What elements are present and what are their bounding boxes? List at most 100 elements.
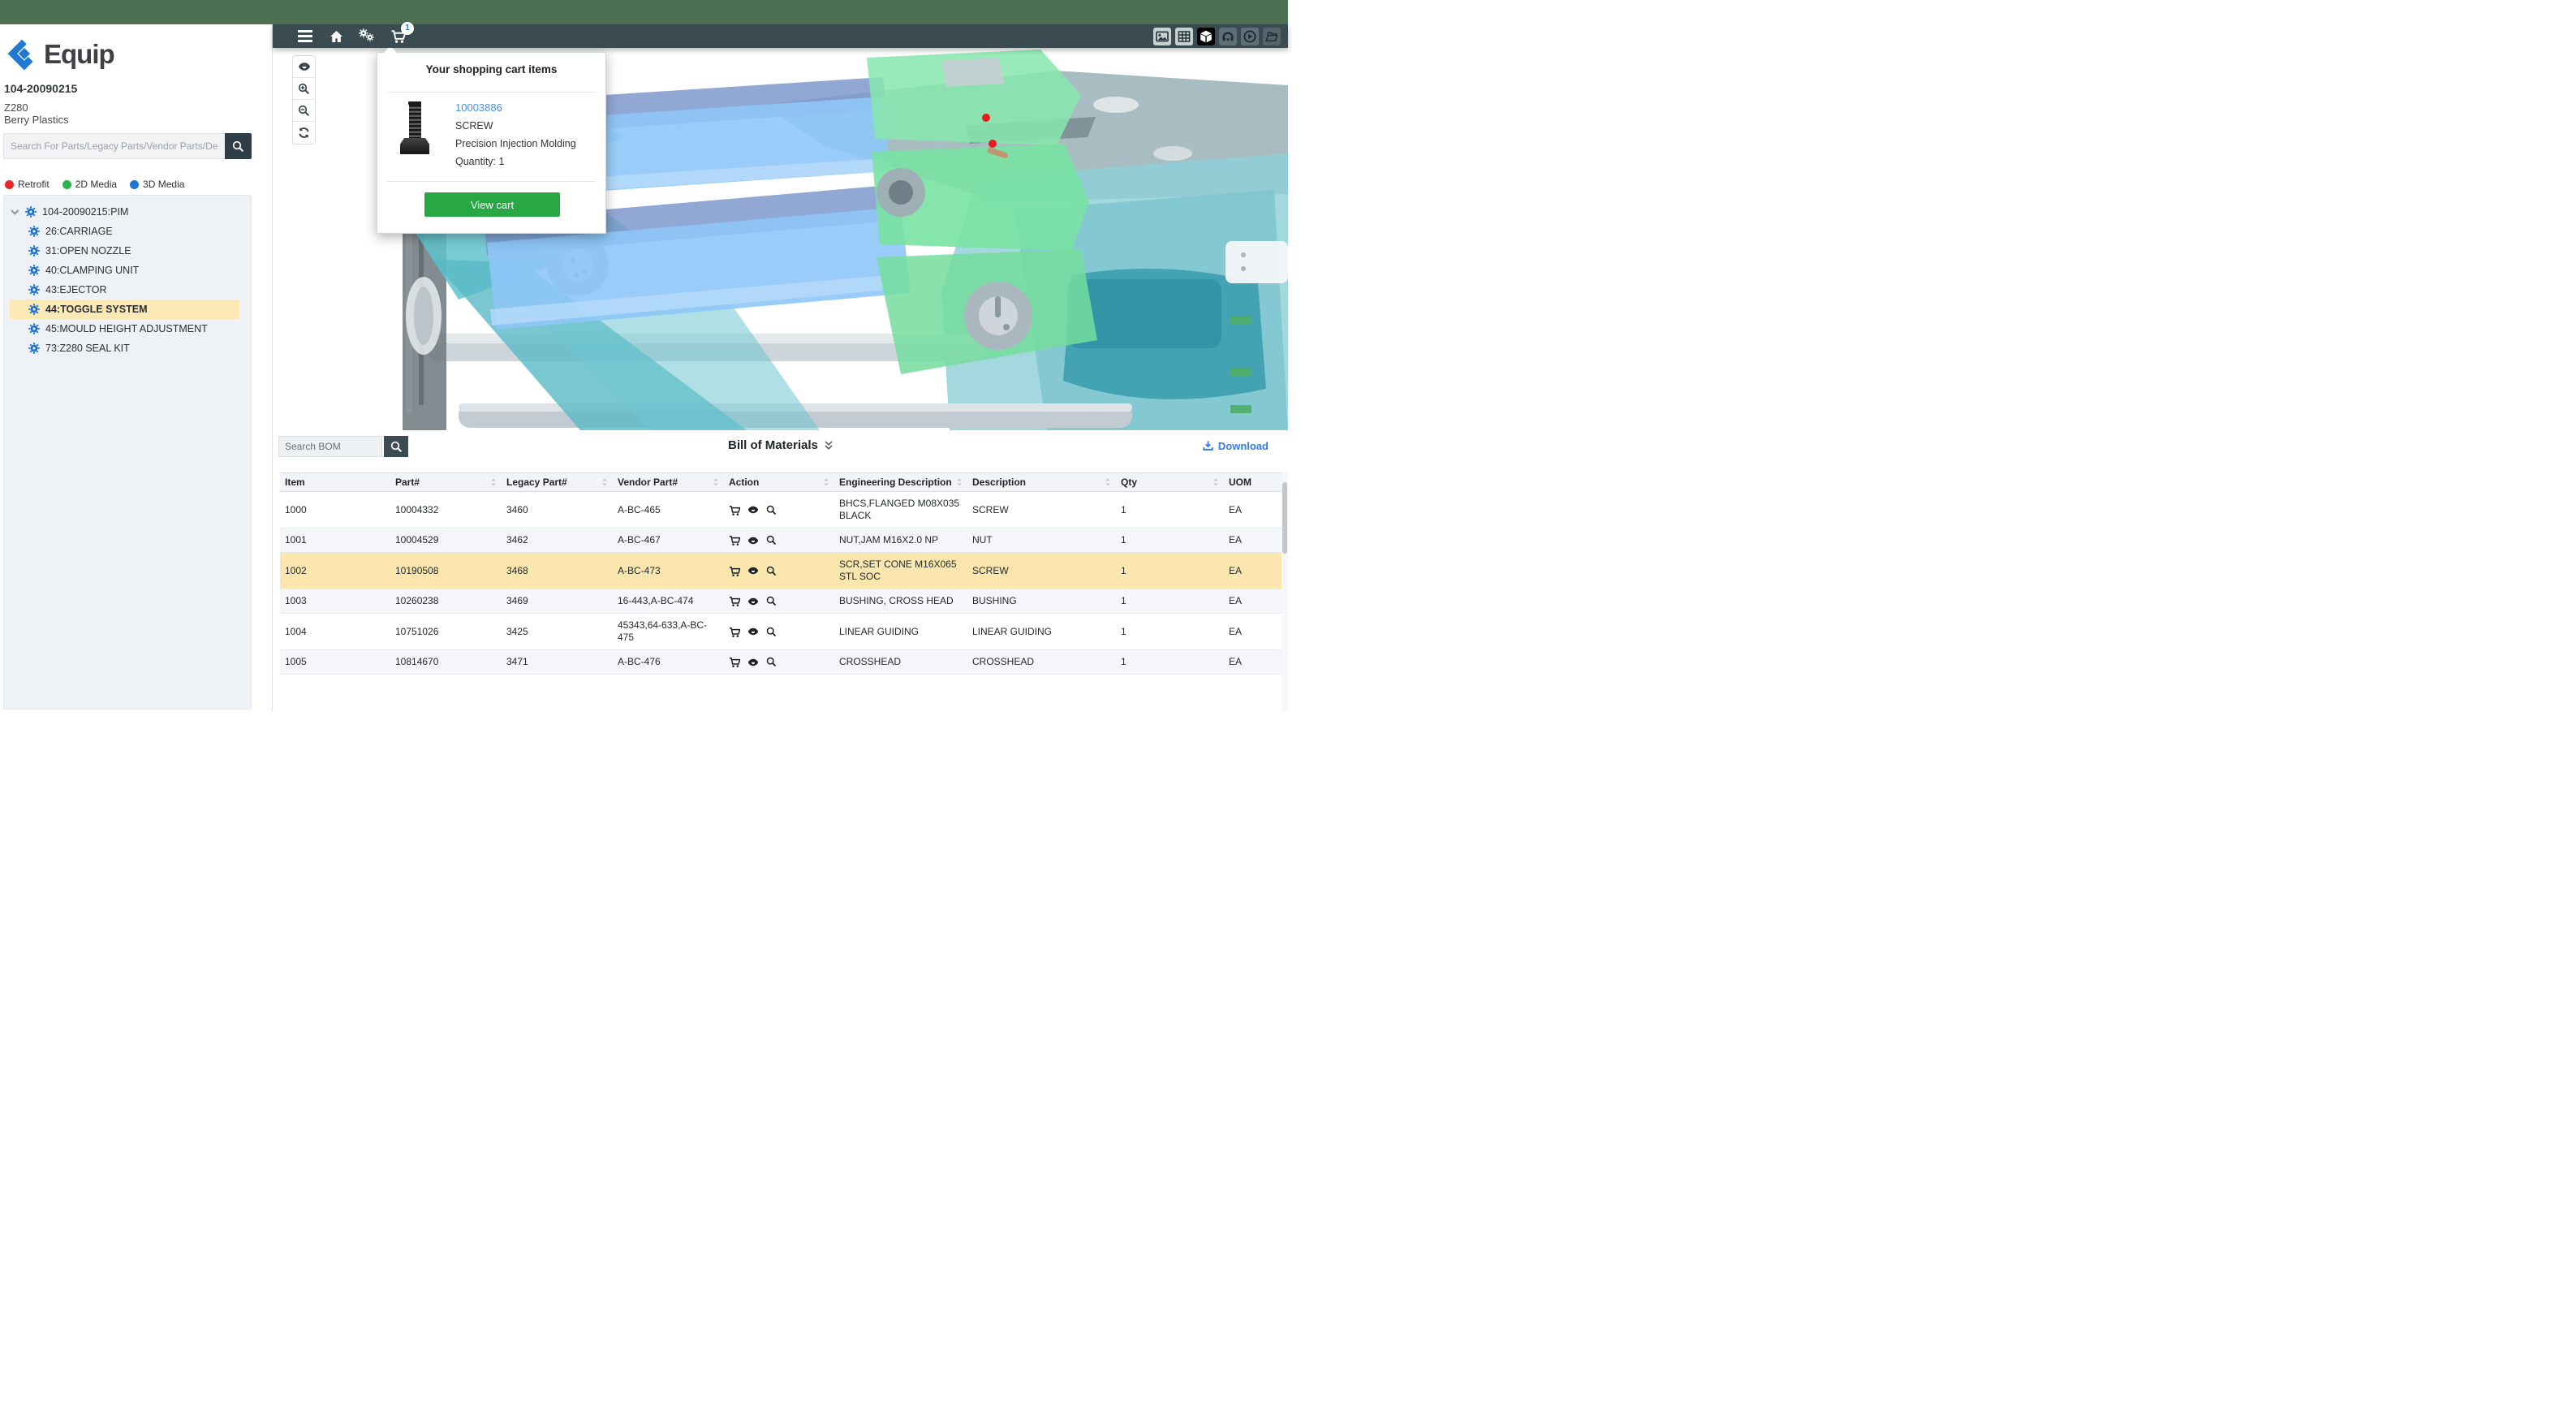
reset-view-button[interactable] [293,122,315,144]
tree-node-label: 43:EJECTOR [45,284,107,295]
media-play-button[interactable] [1241,28,1259,45]
3d-view-button-active[interactable] [1197,28,1215,45]
cart-item-part-link[interactable]: 10003886 [455,101,576,114]
view-cart-button[interactable]: View cart [424,192,560,217]
search-icon [390,441,403,453]
sort-icon [713,478,719,486]
gear-icon [28,343,40,354]
col-uom[interactable]: UOM [1224,473,1282,492]
scrollbar-thumb[interactable] [1282,482,1287,554]
tree-node-label: 104-20090215:PIM [42,206,128,218]
table-row-selected[interactable]: 1002 10190508 3468 A-BC-473 SCR,SET CONE… [280,553,1282,589]
tree-node-mould-height[interactable]: 45:MOULD HEIGHT ADJUSTMENT [4,319,251,339]
equip-logo[interactable]: Equip [6,37,114,71]
gear-icon [28,265,40,276]
legend-2d-media: 2D Media [62,179,117,190]
bom-scrollbar[interactable] [1282,472,1288,711]
bom-search-button[interactable] [384,436,408,457]
zoom-in-button[interactable] [293,78,315,100]
parts-search-input[interactable] [3,133,225,159]
table-row[interactable]: 1000 10004332 3460 A-BC-465 BHCS,FLANGED… [280,492,1282,528]
gear-icon [28,245,40,257]
cart-button[interactable]: 1 [388,28,407,45]
add-to-cart-icon[interactable] [729,505,740,515]
inspect-part-icon[interactable] [766,596,777,606]
gear-icon [28,323,40,334]
chevron-down-icon[interactable] [11,209,19,216]
add-to-cart-icon[interactable] [729,657,740,667]
col-vendor-part[interactable]: Vendor Part# [613,473,724,492]
bom-search [278,436,408,457]
table-row[interactable]: 1001 10004529 3462 A-BC-467 NUT,JAM M16X… [280,528,1282,553]
table-row[interactable]: 1005 10814670 3471 A-BC-476 CROSSHEAD CR… [280,650,1282,675]
tree-node-label: 31:OPEN NOZZLE [45,245,131,257]
toolbar-right-group [1153,28,1288,45]
screw-thumbnail [398,101,431,167]
gear-icon [28,284,40,295]
tree-node-toggle-system-selected[interactable]: 44:TOGGLE SYSTEM [10,300,239,319]
home-button[interactable] [326,28,346,45]
inspect-part-icon[interactable] [766,535,777,545]
download-link[interactable]: Download [1202,440,1269,452]
tree-node-label: 40:CLAMPING UNIT [45,265,139,276]
add-to-cart-icon[interactable] [729,566,740,576]
col-item[interactable]: Item [280,473,390,492]
parts-search-button[interactable] [225,133,252,159]
sidebar: Equip 104-20090215 Z280 Berry Plastics R… [0,24,273,711]
bom-search-input[interactable] [278,436,382,457]
tree-node-carriage[interactable]: 26:CARRIAGE [4,222,251,241]
col-description[interactable]: Description [967,473,1116,492]
col-qty[interactable]: Qty [1116,473,1224,492]
top-green-bar [0,0,1288,24]
col-part[interactable]: Part# [390,473,502,492]
eye-icon [298,60,311,73]
3d-media-dot-icon [130,180,139,189]
bom-title: Bill of Materials [273,438,1288,452]
popup-arrow [384,48,398,58]
inspect-part-icon[interactable] [766,505,777,515]
view-part-icon[interactable] [747,626,759,637]
view-part-icon[interactable] [747,657,759,668]
tree-node-label: 45:MOULD HEIGHT ADJUSTMENT [45,323,208,334]
add-to-cart-icon[interactable] [729,535,740,545]
col-legacy-part[interactable]: Legacy Part# [502,473,613,492]
view-part-icon[interactable] [747,504,759,515]
tree-node-root[interactable]: 104-20090215:PIM [4,202,251,222]
refresh-icon [298,127,310,139]
model-part-number: 104-20090215 [4,82,77,95]
table-view-button[interactable] [1175,28,1193,45]
app-root: Equip 104-20090215 Z280 Berry Plastics R… [0,0,1288,711]
add-to-cart-icon[interactable] [729,596,740,606]
inspect-part-icon[interactable] [766,566,777,576]
tree-node-ejector[interactable]: 43:EJECTOR [4,280,251,300]
image-view-button[interactable] [1153,28,1171,45]
visibility-button[interactable] [293,56,315,78]
support-button[interactable] [1219,28,1237,45]
gear-icon [25,206,37,218]
col-action[interactable]: Action [724,473,834,492]
table-row[interactable]: 1003 10260238 3469 16-443,A-BC-474 BUSHI… [280,589,1282,614]
view-part-icon[interactable] [747,535,759,546]
home-icon [330,30,343,43]
tree-node-clamping-unit[interactable]: 40:CLAMPING UNIT [4,261,251,280]
machine-name: Z280 [4,101,28,114]
collapse-chevrons-icon[interactable] [825,441,833,450]
menu-button[interactable] [295,28,315,45]
settings-button[interactable] [357,28,377,45]
inspect-part-icon[interactable] [766,627,777,637]
2d-media-dot-icon [62,180,71,189]
zoom-in-icon [298,83,310,95]
tree-node-open-nozzle[interactable]: 31:OPEN NOZZLE [4,241,251,261]
view-part-icon[interactable] [747,596,759,607]
popup-divider [387,181,596,182]
view-part-icon[interactable] [747,565,759,576]
inspect-part-icon[interactable] [766,657,777,667]
tree-node-seal-kit[interactable]: 73:Z280 SEAL KIT [4,339,251,358]
zoom-out-button[interactable] [293,100,315,122]
legend-3d-media: 3D Media [130,179,184,190]
add-to-cart-icon[interactable] [729,627,740,637]
open-folder-button[interactable] [1263,28,1281,45]
table-row[interactable]: 1004 10751026 3425 45343,64-633,A-BC-475… [280,614,1282,650]
cart-item: 10003886 SCREW Precision Injection Moldi… [377,101,605,167]
col-eng-description[interactable]: Engineering Description [834,473,967,492]
